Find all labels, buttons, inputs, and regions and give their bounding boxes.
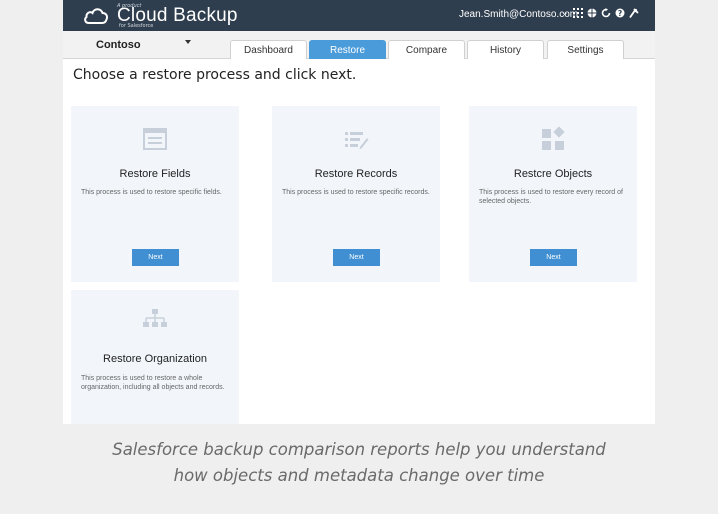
card-description: This process is used to restore a whole … (81, 375, 225, 391)
user-menu-chevron-icon[interactable]: ⌄ (561, 8, 569, 18)
navigation-bar: Contoso Dashboard Restore Compare Histor… (63, 31, 655, 59)
caption-line-2: how objects and metadata change over tim… (173, 466, 545, 485)
cloud-icon (84, 7, 108, 24)
restore-organization-card: Restore Organization This process is use… (71, 290, 239, 424)
org-chart-icon (143, 309, 167, 327)
tab-compare[interactable]: Compare (388, 40, 465, 59)
org-selector-value: Contoso (96, 39, 141, 51)
brand-wordmark: A product Cloud Backup for Salesforce (113, 2, 253, 29)
restore-objects-card: Restcre Objects This process is used to … (469, 106, 637, 282)
brand-logo[interactable]: A product Cloud Backup for Salesforce (83, 2, 253, 29)
top-bar: A product Cloud Backup for Salesforce Je… (63, 0, 655, 31)
card-title: Restore Fields (119, 168, 191, 180)
objects-grid-icon (542, 126, 565, 150)
restore-records-card: Restore Records This process is used to … (272, 106, 440, 282)
globe-icon[interactable] (587, 8, 597, 18)
apps-grid-icon[interactable] (573, 8, 583, 18)
card-description: This process is used to restore specific… (282, 189, 430, 196)
restore-records-next-button[interactable]: Next (333, 249, 380, 266)
card-description: This process is used to restore specific… (81, 189, 222, 196)
org-selector[interactable]: Contoso (63, 31, 230, 58)
card-title: Restore Records (314, 168, 398, 180)
app-window: A product Cloud Backup for Salesforce Je… (63, 0, 655, 424)
card-title: Restcre Objects (513, 168, 593, 180)
help-icon[interactable]: ? (615, 8, 625, 18)
tab-settings[interactable]: Settings (547, 40, 624, 59)
svg-text:?: ? (618, 9, 622, 18)
restore-fields-next-button[interactable]: Next (132, 249, 179, 266)
brand-subtitle: for Salesforce (119, 23, 154, 29)
wrench-icon[interactable] (629, 8, 639, 19)
refresh-icon[interactable] (601, 8, 611, 18)
form-fields-icon (143, 128, 167, 150)
card-title: Restore Organization (103, 353, 207, 365)
restore-objects-next-button[interactable]: Next (530, 249, 577, 266)
caret-down-icon (185, 40, 191, 44)
figure-caption: Salesforce backup comparison reports hel… (0, 437, 718, 489)
card-description: This process is used to restore every re… (479, 189, 623, 205)
restore-fields-card: Restore Fields This process is used to r… (71, 106, 239, 282)
records-list-icon (345, 132, 369, 149)
page-instruction: Choose a restore process and click next. (73, 67, 357, 83)
caption-line-1: Salesforce backup comparison reports hel… (112, 440, 606, 459)
tab-dashboard[interactable]: Dashboard (230, 40, 307, 59)
tab-history[interactable]: History (467, 40, 544, 59)
tab-restore[interactable]: Restore (309, 40, 386, 59)
